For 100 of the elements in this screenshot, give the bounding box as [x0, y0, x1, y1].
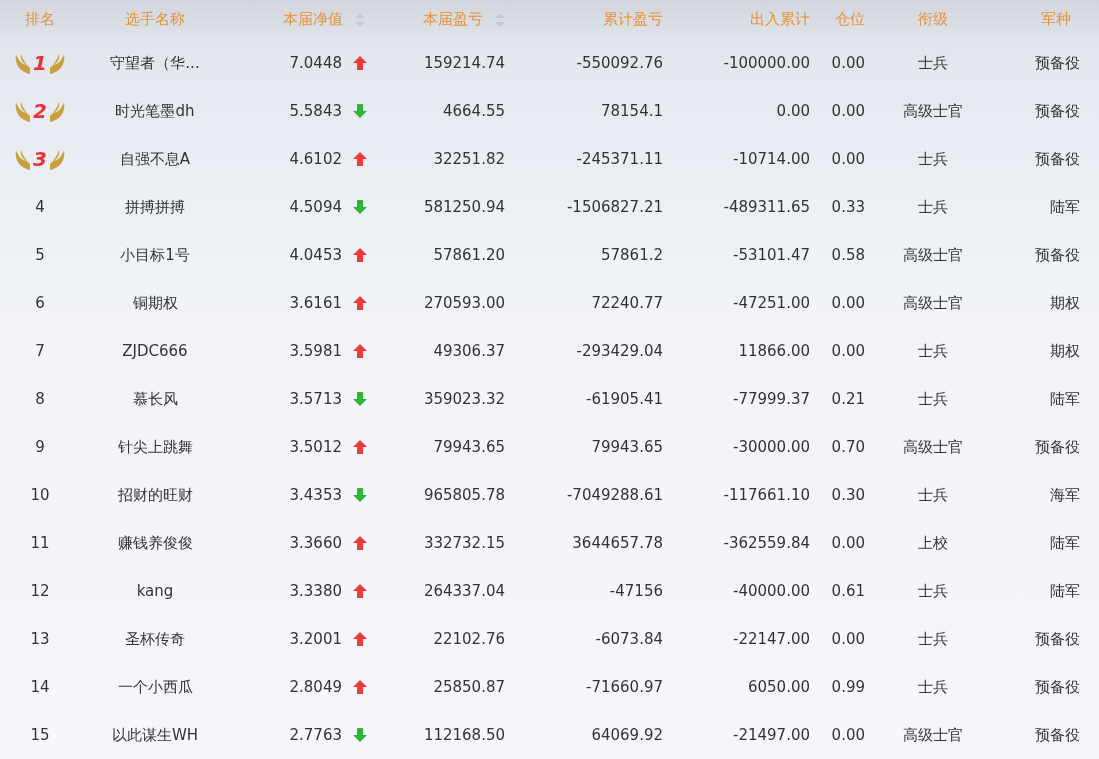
table-cell: 22102.76 [433, 630, 505, 648]
rank-number: 8 [35, 390, 45, 408]
table-cell: -293429.04 [576, 342, 663, 360]
rank-number: 14 [30, 678, 50, 696]
table-cell: 332732.15 [423, 534, 505, 552]
net-value: 3.2001 [289, 630, 342, 648]
player-name: 赚钱养俊俊 [117, 533, 193, 553]
up-arrow-icon [352, 151, 368, 167]
column-header[interactable]: 本届净值 [283, 10, 343, 29]
rank-number: 5 [35, 246, 45, 264]
table-cell: 海军 [1050, 485, 1080, 505]
table-cell: 965805.78 [423, 486, 505, 504]
table-cell: -362559.84 [723, 534, 810, 552]
table-cell: 高级士官 [902, 101, 963, 121]
table-cell: -6073.84 [595, 630, 663, 648]
table-cell: 270593.00 [423, 294, 505, 312]
net-value: 4.6102 [289, 150, 342, 168]
table-cell: 49306.37 [433, 342, 505, 360]
up-arrow-icon [352, 295, 368, 311]
table-cell: -1506827.21 [566, 198, 663, 216]
up-arrow-icon [352, 535, 368, 551]
player-name: 拼搏拼搏 [125, 197, 185, 217]
rank-number: 1 [33, 51, 47, 75]
table-cell: -489311.65 [723, 198, 810, 216]
table-cell: 79943.65 [591, 438, 663, 456]
table-cell: -47156 [609, 582, 663, 600]
table-cell: 0.00 [776, 102, 810, 120]
table-cell: 57861.20 [433, 246, 505, 264]
down-arrow-icon [352, 391, 368, 407]
up-arrow-icon [352, 631, 368, 647]
table-cell: 高级士官 [902, 293, 963, 313]
table-cell: 士兵 [917, 53, 948, 73]
table-cell: 预备役 [1035, 245, 1080, 265]
table-cell: 0.00 [831, 342, 865, 360]
table-cell: 陆军 [1050, 533, 1080, 553]
net-value: 3.5012 [289, 438, 342, 456]
table-cell: 0.00 [831, 630, 865, 648]
column-header[interactable]: 本届盈亏 [423, 10, 483, 29]
table-cell: 159214.74 [423, 54, 505, 72]
table-cell: 64069.92 [591, 726, 663, 744]
player-name: 以此谋生WH [111, 725, 199, 745]
player-name: kang [136, 582, 174, 600]
net-value: 4.0453 [289, 246, 342, 264]
table-cell: -7049288.61 [566, 486, 663, 504]
net-value: 3.4353 [289, 486, 342, 504]
table-cell: 0.00 [831, 150, 865, 168]
table-cell: -77999.37 [733, 390, 810, 408]
table-cell: -10714.00 [733, 150, 810, 168]
down-arrow-icon [352, 487, 368, 503]
up-arrow-icon [352, 247, 368, 263]
table-cell: 高级士官 [902, 725, 963, 745]
rank-number: 15 [30, 726, 50, 744]
net-value: 2.7763 [289, 726, 342, 744]
table-cell: 25850.87 [433, 678, 505, 696]
column-header: 排名 [25, 10, 55, 29]
table-cell: -53101.47 [733, 246, 810, 264]
net-value: 5.5843 [289, 102, 342, 120]
rank-number: 13 [30, 630, 50, 648]
table-cell: -71660.97 [586, 678, 663, 696]
table-cell: 32251.82 [433, 150, 505, 168]
table-cell: 预备役 [1035, 149, 1080, 169]
table-cell: -100000.00 [723, 54, 810, 72]
table-cell: 0.33 [831, 198, 865, 216]
player-name: 时光笔墨dh [115, 101, 195, 121]
table-cell: 0.21 [831, 390, 865, 408]
table-cell: 264337.04 [423, 582, 505, 600]
rank-number: 2 [33, 99, 47, 123]
column-header: 选手名称 [125, 10, 185, 29]
up-arrow-icon [352, 343, 368, 359]
table-cell: 3644657.78 [572, 534, 663, 552]
table-cell: 陆军 [1050, 197, 1080, 217]
rank-number: 12 [30, 582, 50, 600]
table-cell: 上校 [917, 533, 948, 553]
table-cell: 预备役 [1035, 629, 1080, 649]
table-cell: 0.30 [831, 486, 865, 504]
rank-number: 11 [30, 534, 50, 552]
table-cell: 0.58 [831, 246, 865, 264]
table-cell: 78154.1 [600, 102, 663, 120]
up-arrow-icon [352, 55, 368, 71]
table-cell: 0.00 [831, 534, 865, 552]
table-cell: 期权 [1050, 293, 1080, 313]
rank-number: 9 [35, 438, 45, 456]
table-cell: 预备役 [1035, 53, 1080, 73]
table-cell: -22147.00 [733, 630, 810, 648]
player-name: 招财的旺财 [117, 485, 193, 505]
table-cell: 0.99 [831, 678, 865, 696]
table-cell: 0.00 [831, 102, 865, 120]
table-cell: -40000.00 [733, 582, 810, 600]
rank-number: 4 [35, 198, 45, 216]
table-cell: -245371.11 [576, 150, 663, 168]
table-cell: 士兵 [917, 197, 948, 217]
table-cell: 士兵 [917, 485, 948, 505]
table-cell: 6050.00 [747, 678, 810, 696]
table-cell: -61905.41 [586, 390, 663, 408]
table-cell: -550092.76 [576, 54, 663, 72]
table-cell: 4664.55 [442, 102, 505, 120]
player-name: ZJDC666 [122, 342, 188, 360]
player-name: 慕长风 [132, 389, 178, 409]
column-header: 衔级 [917, 10, 948, 29]
net-value: 3.5981 [289, 342, 342, 360]
